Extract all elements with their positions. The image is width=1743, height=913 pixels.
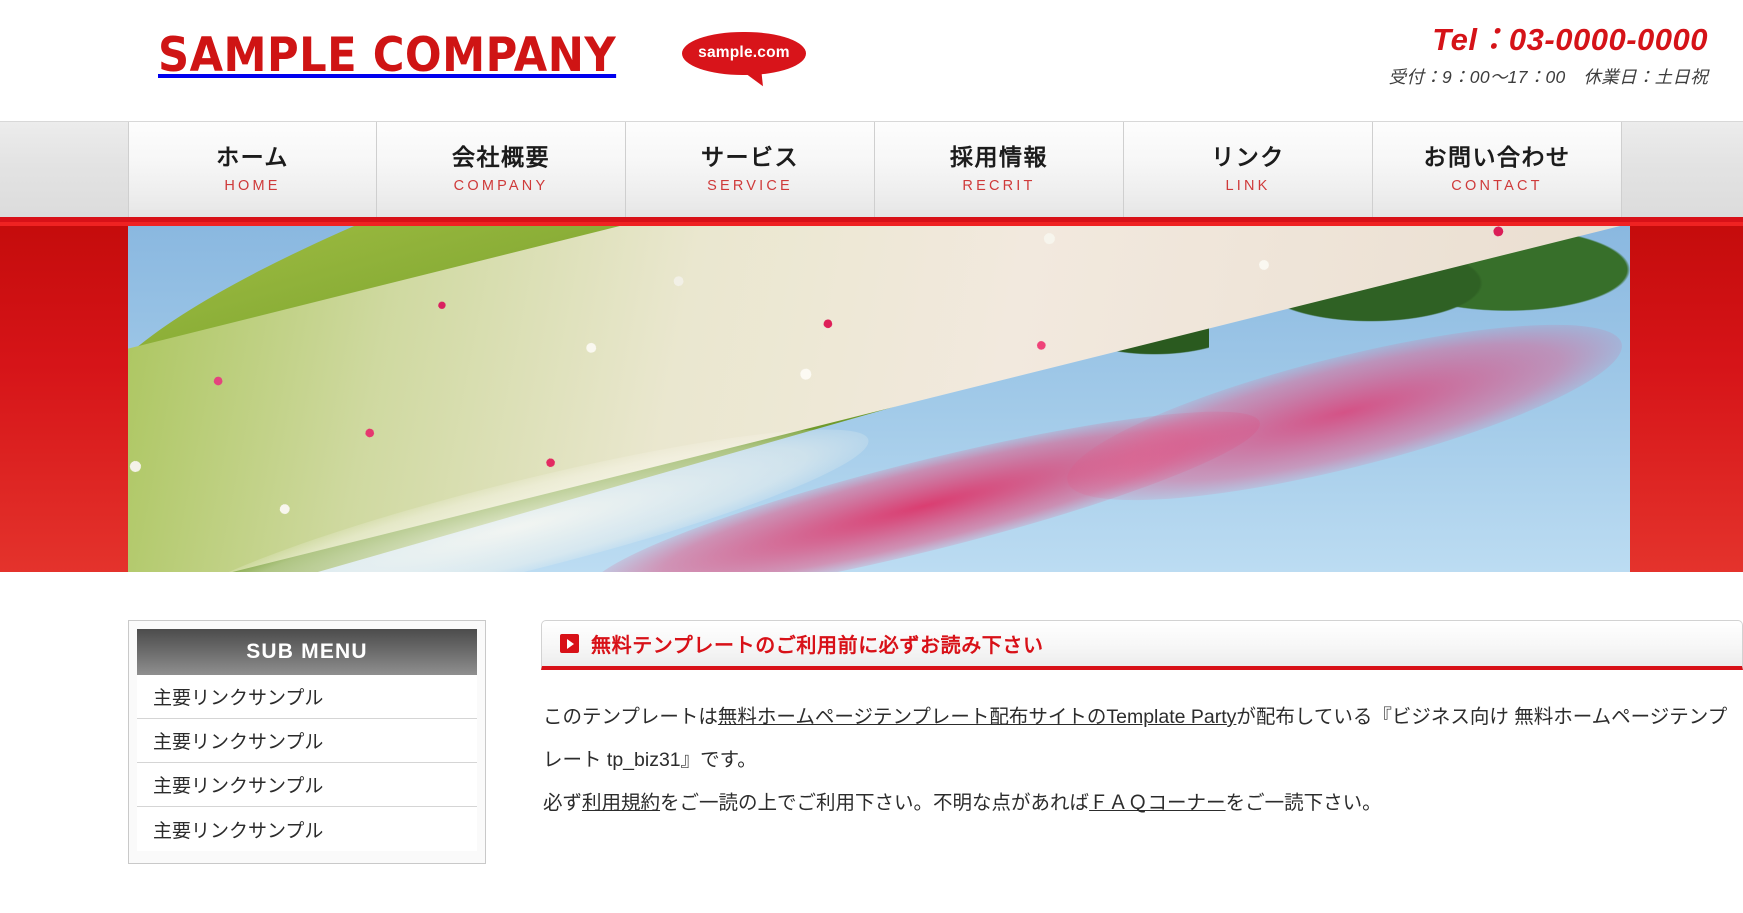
nav-item-label-ja: 会社概要 xyxy=(452,144,550,171)
para1-text-a: このテンプレートは xyxy=(543,706,718,728)
nav-item-label-en: LINK xyxy=(1225,178,1271,195)
site-logo[interactable]: SAMPLE COMPANY sample.com xyxy=(158,28,806,90)
nav-item-recruit[interactable]: 採用情報 RECRIT xyxy=(875,122,1124,217)
notice-heading-box: 無料テンプレートのご利用前に必ずお読み下さい xyxy=(541,620,1743,670)
nav-item-contact[interactable]: お問い合わせ CONTACT xyxy=(1373,122,1622,217)
nav-item-link[interactable]: リンク LINK xyxy=(1124,122,1373,217)
site-header: SAMPLE COMPANY sample.com Tel：03-0000-00… xyxy=(0,0,1743,122)
main-column: 無料テンプレートのご利用前に必ずお読み下さい このテンプレートは無料ホームページ… xyxy=(541,620,1743,908)
nav-item-label-en: COMPANY xyxy=(453,178,549,195)
hero-photo-flower-hillside xyxy=(128,226,1630,572)
speech-bubble-icon: sample.com xyxy=(681,31,806,90)
nav-item-home[interactable]: ホーム HOME xyxy=(128,122,377,217)
play-triangle-icon xyxy=(560,634,579,653)
business-hours: 受付：9：00～17：00 休業日：土日祝 xyxy=(1388,66,1708,87)
nav-left-spacer xyxy=(0,122,128,217)
sidebar-item-1[interactable]: 主要リンクサンプル xyxy=(137,675,477,719)
sidebar-title: SUB MENU xyxy=(137,629,477,675)
nav-item-label-en: HOME xyxy=(224,178,281,195)
para2-text-c: をご一読下さい。 xyxy=(1225,792,1382,814)
nav-item-list: ホーム HOME 会社概要 COMPANY サービス SERVICE 採用情報 … xyxy=(128,122,1622,217)
nav-item-label-ja: ホーム xyxy=(216,144,289,171)
faq-corner-link[interactable]: ＦＡＱコーナー xyxy=(1089,792,1226,814)
sidebar-item-3[interactable]: 主要リンクサンプル xyxy=(137,763,477,807)
nav-item-company[interactable]: 会社概要 COMPANY xyxy=(377,122,626,217)
nav-item-label-en: RECRIT xyxy=(962,178,1036,195)
main-navigation: ホーム HOME 会社概要 COMPANY サービス SERVICE 採用情報 … xyxy=(0,122,1743,222)
notice-paragraph-1: このテンプレートは無料ホームページテンプレート配布サイトのTemplate Pa… xyxy=(543,696,1743,782)
nav-item-label-ja: お問い合わせ xyxy=(1423,144,1571,171)
notice-paragraph-2: 必ず利用規約をご一読の上でご利用下さい。不明な点があればＦＡＱコーナーをご一読下… xyxy=(543,782,1743,825)
nav-item-label-ja: サービス xyxy=(701,144,799,171)
nav-item-service[interactable]: サービス SERVICE xyxy=(626,122,875,217)
sidebar-item-2[interactable]: 主要リンクサンプル xyxy=(137,719,477,763)
telephone-number: Tel：03-0000-0000 xyxy=(1432,22,1708,57)
para2-text-b: をご一読の上でご利用下さい。不明な点があれば xyxy=(660,792,1090,814)
header-contact-info: Tel：03-0000-0000 受付：9：00～17：00 休業日：土日祝 xyxy=(1389,22,1708,89)
notice-heading-text: 無料テンプレートのご利用前に必ずお読み下さい xyxy=(591,635,1044,657)
para2-text-a: 必ず xyxy=(543,792,583,814)
page-content: SUB MENU 主要リンクサンプル 主要リンクサンプル 主要リンクサンプル 主… xyxy=(0,572,1743,908)
speech-bubble-label: sample.com xyxy=(698,44,790,61)
nav-item-label-en: CONTACT xyxy=(1451,178,1543,195)
hero-banner xyxy=(0,222,1743,572)
sidebar-item-4[interactable]: 主要リンクサンプル xyxy=(137,807,477,851)
content-columns: SUB MENU 主要リンクサンプル 主要リンクサンプル 主要リンクサンプル 主… xyxy=(128,620,1743,908)
nav-item-label-ja: リンク xyxy=(1211,144,1285,171)
terms-of-use-link[interactable]: 利用規約 xyxy=(582,792,660,814)
notice-body: このテンプレートは無料ホームページテンプレート配布サイトのTemplate Pa… xyxy=(541,696,1743,825)
nav-item-label-ja: 採用情報 xyxy=(950,144,1048,171)
sidebar-sub-menu: SUB MENU 主要リンクサンプル 主要リンクサンプル 主要リンクサンプル 主… xyxy=(128,620,486,864)
logo-text: SAMPLE COMPANY xyxy=(158,28,617,83)
nav-item-label-en: SERVICE xyxy=(707,178,793,195)
template-party-link[interactable]: 無料ホームページテンプレート配布サイトのTemplate Party xyxy=(718,706,1237,728)
nav-right-spacer xyxy=(1622,122,1743,217)
